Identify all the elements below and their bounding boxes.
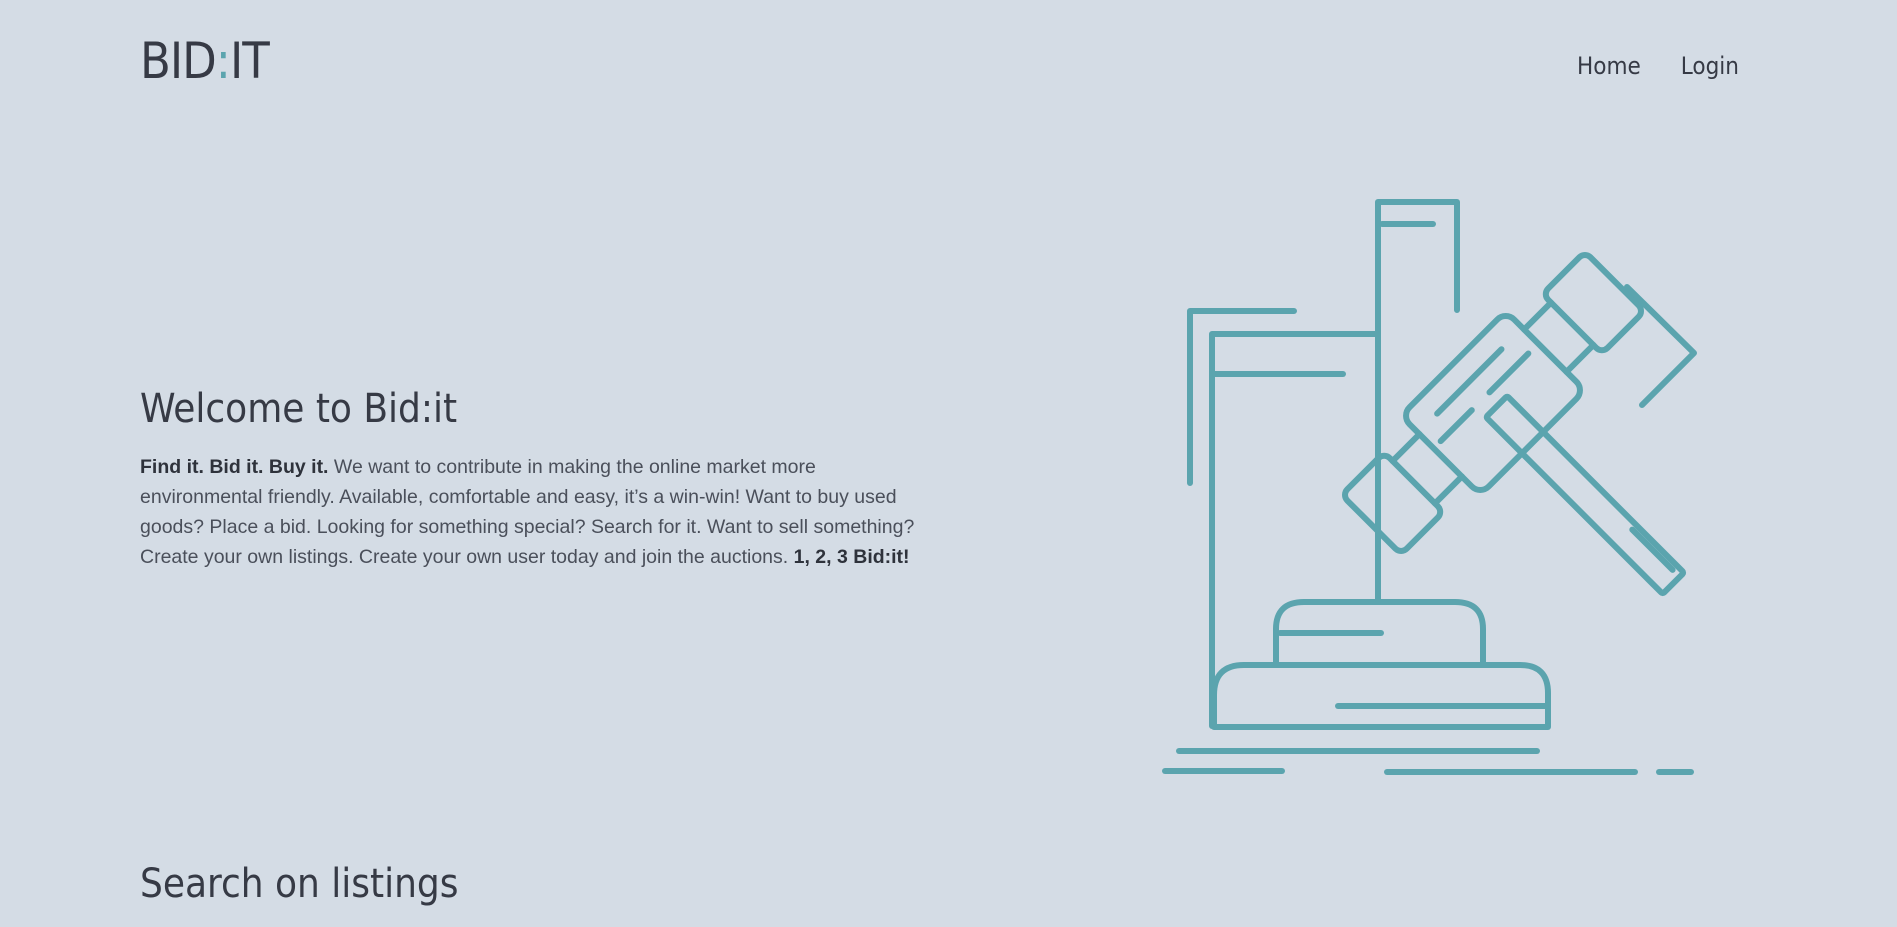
logo-colon: : bbox=[215, 32, 231, 90]
hero-tagline: Find it. Bid it. Buy it. bbox=[140, 456, 329, 478]
nav-login-link[interactable]: Login bbox=[1681, 48, 1739, 84]
hero-description: Find it. Bid it. Buy it. We want to cont… bbox=[140, 452, 930, 572]
nav-home-link[interactable]: Home bbox=[1577, 48, 1641, 84]
gavel-icon bbox=[1162, 199, 1697, 775]
logo-text-bid: BID bbox=[140, 32, 217, 90]
site-logo[interactable]: BID:IT bbox=[140, 30, 270, 92]
search-section-title: Search on listings bbox=[140, 861, 459, 907]
hero-title: Welcome to Bid:it bbox=[140, 386, 458, 432]
main-nav: Home Login bbox=[1577, 48, 1739, 84]
logo-text-it: IT bbox=[229, 32, 270, 90]
hero-closing: 1, 2, 3 Bid:it! bbox=[793, 546, 910, 568]
